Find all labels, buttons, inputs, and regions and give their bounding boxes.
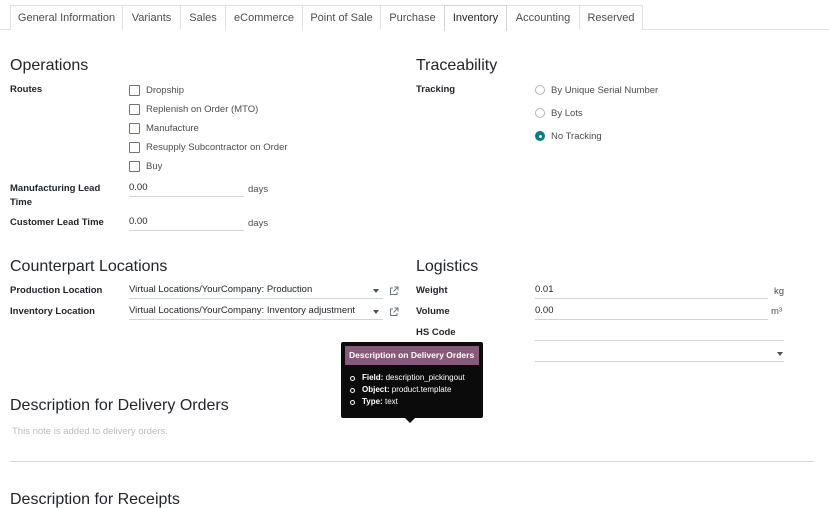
- routes-label: Routes: [10, 84, 43, 95]
- lots-radio[interactable]: [535, 108, 545, 118]
- external-link-icon[interactable]: [389, 307, 399, 317]
- serial-label: By Unique Serial Number: [551, 84, 659, 96]
- route-resupply-subcontractor[interactable]: Resupply Subcontractor on Order: [129, 140, 288, 154]
- tab-purchase[interactable]: Purchase: [380, 5, 445, 30]
- tracking-none-option[interactable]: No Tracking: [535, 129, 602, 143]
- tab-general-information[interactable]: General Information: [10, 5, 123, 30]
- inventory-location-label: Inventory Location: [10, 306, 95, 317]
- production-dropdown-caret[interactable]: [373, 289, 379, 293]
- serial-radio[interactable]: [535, 85, 545, 95]
- no-tracking-radio[interactable]: [535, 131, 545, 141]
- route-dropship[interactable]: Dropship: [129, 83, 184, 97]
- manufacturing-lead-unit: days: [248, 184, 269, 195]
- tooltip-type-row: Type: text: [349, 396, 465, 408]
- weight-unit: kg: [774, 286, 785, 297]
- buy-checkbox[interactable]: [129, 160, 140, 172]
- tooltip-details: Field: description_pickingout Object: pr…: [349, 372, 465, 408]
- tab-reserved[interactable]: Reserved: [579, 5, 643, 30]
- lots-label: By Lots: [551, 107, 583, 119]
- no-tracking-label: No Tracking: [551, 130, 602, 142]
- tooltip-field-value: description_pickingout: [385, 373, 465, 382]
- origin-dropdown-caret[interactable]: [777, 352, 783, 356]
- tab-point-of-sale[interactable]: Point of Sale: [302, 5, 381, 30]
- customer-lead-unit: days: [248, 218, 269, 229]
- tooltip-type-value: text: [384, 397, 398, 406]
- route-mto[interactable]: Replenish on Order (MTO): [129, 102, 258, 116]
- dropship-checkbox[interactable]: [129, 84, 140, 96]
- manufacturing-lead-time-input[interactable]: 0.00: [129, 181, 244, 197]
- operations-title: Operations: [10, 57, 89, 74]
- mto-label: Replenish on Order (MTO): [146, 103, 259, 115]
- manufacturing-lead-time-label: Manufacturing Lead Time: [10, 183, 101, 208]
- production-location-select[interactable]: Virtual Locations/YourCompany: Productio…: [129, 283, 383, 299]
- counterpart-locations-title: Counterpart Locations: [10, 258, 168, 275]
- tracking-label: Tracking: [416, 84, 456, 95]
- customer-lead-time-label: Customer Lead Time: [10, 217, 104, 228]
- tab-sales[interactable]: Sales: [180, 5, 226, 30]
- tab-accounting[interactable]: Accounting: [506, 5, 580, 30]
- weight-label: Weight: [416, 285, 448, 296]
- hs-code-label: HS Code: [416, 327, 456, 338]
- route-buy[interactable]: Buy: [129, 159, 162, 173]
- logistics-title: Logistics: [416, 258, 479, 275]
- tab-ecommerce[interactable]: eCommerce: [225, 5, 303, 30]
- traceability-title: Traceability: [416, 57, 498, 74]
- weight-input[interactable]: 0.01: [535, 283, 768, 299]
- tab-inventory[interactable]: Inventory: [444, 5, 507, 31]
- route-manufacture[interactable]: Manufacture: [129, 121, 199, 135]
- resupply-subcontractor-checkbox[interactable]: [129, 141, 140, 153]
- manufacture-label: Manufacture: [146, 122, 199, 134]
- tracking-lots-option[interactable]: By Lots: [535, 106, 583, 120]
- production-location-label: Production Location: [10, 285, 103, 296]
- delivery-description-input[interactable]: This note is added to delivery orders.: [12, 426, 168, 437]
- tooltip-type-key: Type:: [362, 397, 383, 406]
- manufacture-checkbox[interactable]: [129, 122, 140, 134]
- tab-variants[interactable]: Variants: [122, 5, 181, 30]
- dropship-label: Dropship: [146, 84, 185, 96]
- volume-label: Volume: [416, 306, 450, 317]
- inventory-location-select[interactable]: Virtual Locations/YourCompany: Inventory…: [129, 304, 383, 320]
- tooltip-field-row: Field: description_pickingout: [349, 372, 465, 384]
- tooltip-field-key: Field:: [362, 373, 384, 382]
- tooltip-title: Description on Delivery Orders: [345, 346, 479, 365]
- volume-unit: m³: [771, 306, 783, 317]
- tooltip-object-value: product.template: [391, 385, 452, 394]
- receipts-description-title: Description for Receipts: [10, 491, 180, 508]
- volume-input[interactable]: 0.00: [535, 304, 768, 320]
- delivery-description-title: Description for Delivery Orders: [10, 397, 229, 414]
- notebook-tabs: General Information Variants Sales eComm…: [0, 0, 829, 31]
- field-tooltip: Description on Delivery Orders Field: de…: [341, 342, 483, 423]
- external-link-icon[interactable]: [389, 286, 399, 296]
- resupply-subcontractor-label: Resupply Subcontractor on Order: [146, 141, 288, 153]
- mto-checkbox[interactable]: [129, 103, 140, 115]
- tooltip-object-key: Object:: [362, 385, 390, 394]
- buy-label: Buy: [146, 160, 163, 172]
- origin-country-select[interactable]: [535, 346, 784, 362]
- tooltip-object-row: Object: product.template: [349, 384, 465, 396]
- hs-code-input[interactable]: [535, 325, 784, 341]
- tracking-serial-option[interactable]: By Unique Serial Number: [535, 83, 658, 97]
- delivery-description-divider: [10, 461, 814, 462]
- inventory-dropdown-caret[interactable]: [373, 310, 379, 314]
- customer-lead-time-input[interactable]: 0.00: [129, 215, 244, 231]
